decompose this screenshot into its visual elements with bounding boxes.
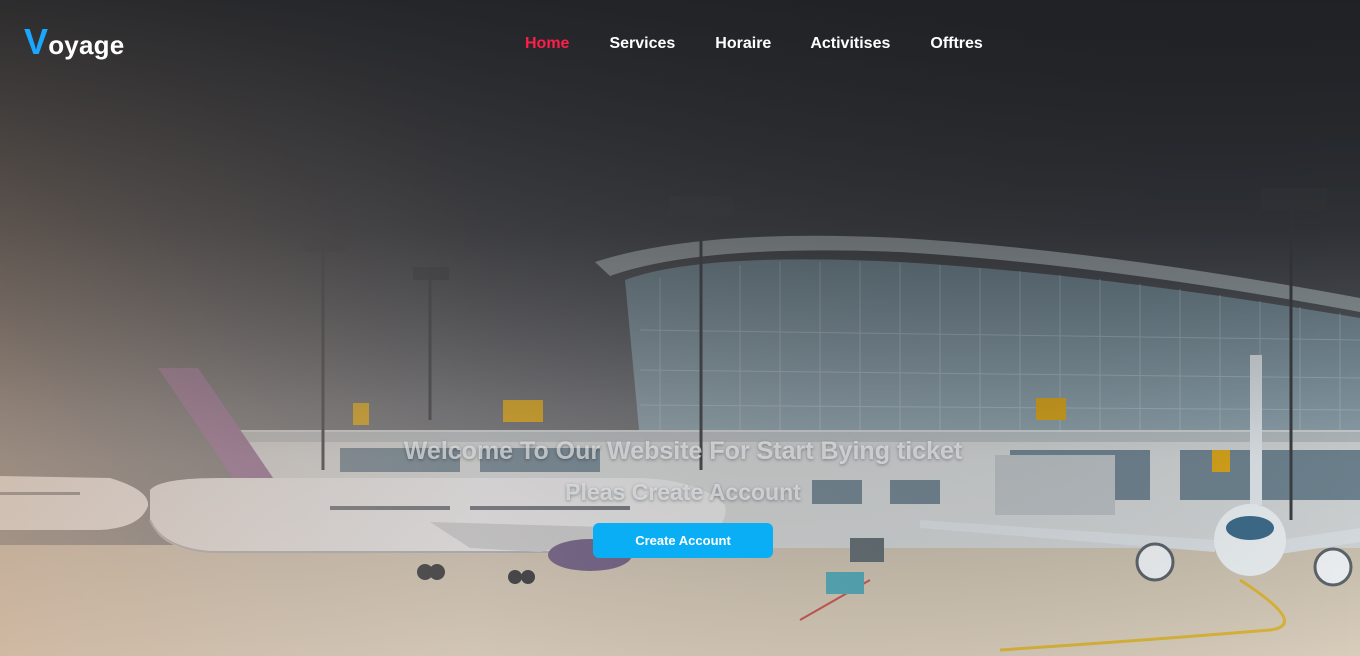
brand-logo[interactable]: Voyage bbox=[24, 24, 124, 61]
brand-logo-text: oyage bbox=[48, 30, 125, 60]
nav-link-home[interactable]: Home bbox=[525, 35, 569, 53]
brand-logo-first-letter: V bbox=[24, 21, 49, 62]
nav-link-services[interactable]: Services bbox=[609, 35, 675, 53]
main-nav: Home Services Horaire Activitises Offtre… bbox=[525, 35, 983, 53]
nav-link-activitises[interactable]: Activitises bbox=[810, 35, 890, 53]
hero-section: Voyage Home Services Horaire Activitises… bbox=[0, 0, 1360, 656]
create-account-button[interactable]: Create Account bbox=[593, 523, 773, 558]
top-navbar: Voyage Home Services Horaire Activitises… bbox=[0, 0, 1360, 90]
nav-link-offtres[interactable]: Offtres bbox=[930, 35, 982, 53]
nav-link-horaire[interactable]: Horaire bbox=[715, 35, 771, 53]
